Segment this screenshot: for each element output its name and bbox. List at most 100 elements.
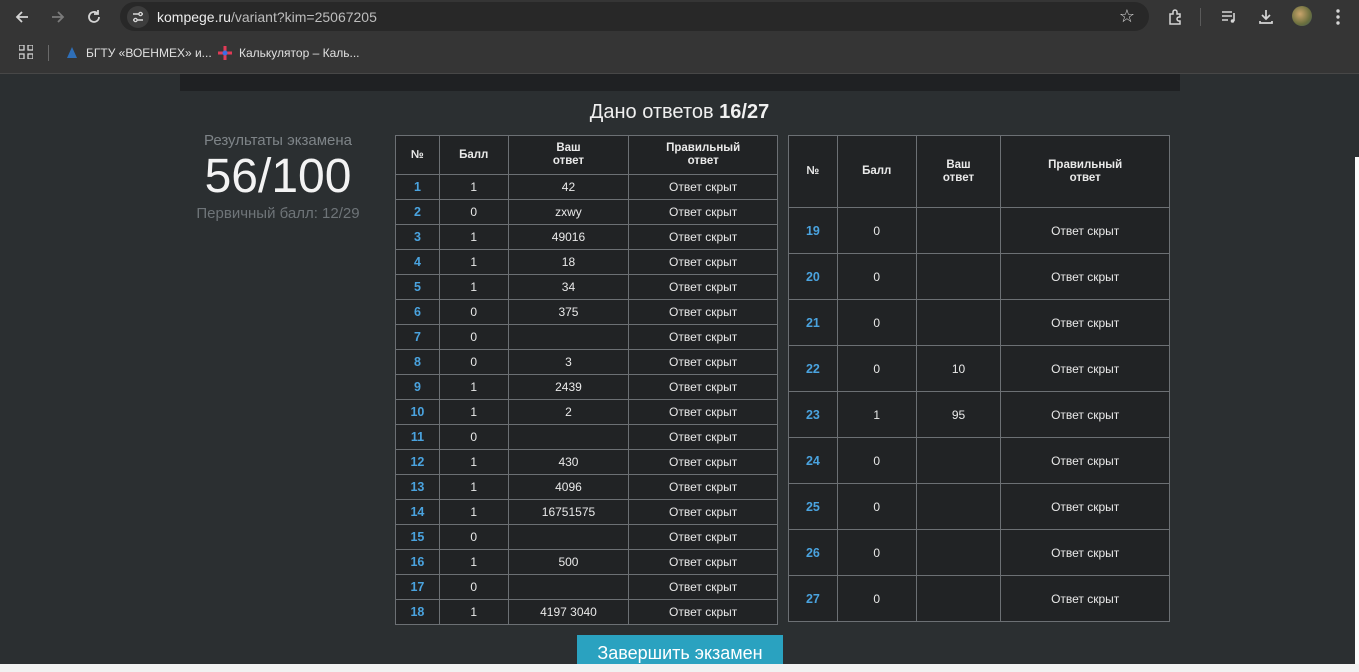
task-number-link[interactable]: 22: [788, 345, 838, 392]
task-number-link[interactable]: 13: [395, 474, 440, 500]
score-cell: 1: [438, 499, 509, 525]
score-cell: 0: [836, 345, 917, 392]
table-row: 23 1 95 Ответ скрыт: [788, 391, 1170, 438]
task-number-link[interactable]: 15: [395, 524, 440, 550]
task-number-link[interactable]: 23: [788, 391, 838, 438]
task-number-link[interactable]: 12: [395, 449, 440, 475]
apps-grid-icon[interactable]: [19, 45, 33, 59]
your-answer-cell: zxwy: [507, 199, 630, 225]
task-number-link[interactable]: 10: [395, 399, 440, 425]
task-number-link[interactable]: 24: [788, 437, 838, 484]
your-answer-cell: 4096: [507, 474, 630, 500]
table-row: 10 1 2 Ответ скрыт: [395, 399, 778, 425]
table-header-row: № Балл Ваш ответ Правильный ответ: [788, 135, 1170, 208]
vertical-scrollbar[interactable]: [1355, 157, 1359, 667]
media-icon[interactable]: [1216, 4, 1242, 30]
score-cell: 1: [438, 274, 509, 300]
task-number-link[interactable]: 1: [395, 174, 440, 200]
task-number-link[interactable]: 5: [395, 274, 440, 300]
correct-answer-cell: Ответ скрыт: [628, 574, 778, 600]
your-answer-cell: 375: [507, 299, 630, 325]
task-number-link[interactable]: 16: [395, 549, 440, 575]
correct-answer-cell: Ответ скрыт: [1000, 529, 1170, 576]
task-number-link[interactable]: 27: [788, 575, 838, 622]
table-row: 18 1 4197 3040 Ответ скрыт: [395, 599, 778, 625]
answers-given-heading: Дано ответов 16/27: [0, 101, 1359, 124]
your-answer-cell: [915, 437, 1002, 484]
score-cell: 0: [836, 575, 917, 622]
menu-icon[interactable]: [1325, 4, 1351, 30]
correct-answer-cell: Ответ скрыт: [628, 399, 778, 425]
task-number-link[interactable]: 25: [788, 483, 838, 530]
task-number-link[interactable]: 21: [788, 299, 838, 346]
your-answer-cell: [507, 524, 630, 550]
header-number: №: [395, 135, 440, 175]
correct-answer-cell: Ответ скрыт: [1000, 437, 1170, 484]
header-correct-answer: Правильный ответ: [628, 135, 778, 175]
task-number-link[interactable]: 9: [395, 374, 440, 400]
star-icon[interactable]: ☆: [1119, 6, 1135, 27]
header-score: Балл: [438, 135, 509, 175]
score-cell: 0: [836, 529, 917, 576]
horizontal-scrollbar[interactable]: [0, 664, 1359, 672]
header-your-answer: Ваш ответ: [915, 135, 1002, 208]
correct-answer-cell: Ответ скрыт: [628, 174, 778, 200]
site-settings-icon[interactable]: [127, 6, 149, 28]
correct-answer-cell: Ответ скрыт: [628, 224, 778, 250]
address-bar[interactable]: kompege.ru/variant?kim=25067205 ☆: [120, 2, 1149, 31]
task-number-link[interactable]: 20: [788, 253, 838, 300]
task-number-link[interactable]: 7: [395, 324, 440, 350]
bookmark-calculator[interactable]: Калькулятор – Каль...: [218, 44, 360, 62]
table-row: 8 0 3 Ответ скрыт: [395, 349, 778, 375]
task-number-link[interactable]: 18: [395, 599, 440, 625]
correct-answer-cell: Ответ скрыт: [1000, 207, 1170, 254]
calculator-favicon: [218, 46, 232, 60]
your-answer-cell: 34: [507, 274, 630, 300]
task-number-link[interactable]: 19: [788, 207, 838, 254]
header-correct-answer: Правильный ответ: [1000, 135, 1170, 208]
reload-icon[interactable]: [81, 4, 107, 30]
table-row: 15 0 Ответ скрыт: [395, 524, 778, 550]
table-row: 25 0 Ответ скрыт: [788, 483, 1170, 530]
task-number-link[interactable]: 6: [395, 299, 440, 325]
task-number-link[interactable]: 14: [395, 499, 440, 525]
results-title: Результаты экзамена: [203, 132, 353, 149]
table-row: 27 0 Ответ скрыт: [788, 575, 1170, 622]
back-arrow-icon[interactable]: [9, 4, 35, 30]
task-number-link[interactable]: 4: [395, 249, 440, 275]
your-answer-cell: 18: [507, 249, 630, 275]
results-panel: Результаты экзамена 56/100 Первичный бал…: [180, 132, 376, 222]
download-icon[interactable]: [1253, 4, 1279, 30]
task-number-link[interactable]: 17: [395, 574, 440, 600]
bookmark-voenmeh[interactable]: БГТУ «ВОЕНМЕХ» и...: [65, 44, 212, 62]
table-row: 6 0 375 Ответ скрыт: [395, 299, 778, 325]
score-cell: 1: [438, 174, 509, 200]
extensions-icon[interactable]: [1163, 4, 1189, 30]
correct-answer-cell: Ответ скрыт: [1000, 575, 1170, 622]
task-number-link[interactable]: 11: [395, 424, 440, 450]
score-cell: 1: [438, 249, 509, 275]
task-number-link[interactable]: 3: [395, 224, 440, 250]
score-cell: 1: [438, 549, 509, 575]
task-number-link[interactable]: 26: [788, 529, 838, 576]
your-answer-cell: [915, 253, 1002, 300]
table-row: 9 1 2439 Ответ скрыт: [395, 374, 778, 400]
score-cell: 1: [438, 374, 509, 400]
your-answer-cell: 500: [507, 549, 630, 575]
score-cell: 1: [438, 474, 509, 500]
table-row: 21 0 Ответ скрыт: [788, 299, 1170, 346]
your-answer-cell: 2: [507, 399, 630, 425]
table-row: 4 1 18 Ответ скрыт: [395, 249, 778, 275]
task-number-link[interactable]: 2: [395, 199, 440, 225]
correct-answer-cell: Ответ скрыт: [1000, 391, 1170, 438]
table-row: 13 1 4096 Ответ скрыт: [395, 474, 778, 500]
profile-avatar[interactable]: [1292, 6, 1312, 26]
your-answer-cell: 2439: [507, 374, 630, 400]
task-number-link[interactable]: 8: [395, 349, 440, 375]
correct-answer-cell: Ответ скрыт: [1000, 253, 1170, 300]
your-answer-cell: 16751575: [507, 499, 630, 525]
your-answer-cell: [915, 575, 1002, 622]
correct-answer-cell: Ответ скрыт: [628, 324, 778, 350]
forward-arrow-icon[interactable]: [45, 4, 71, 30]
table-row: 14 1 16751575 Ответ скрыт: [395, 499, 778, 525]
